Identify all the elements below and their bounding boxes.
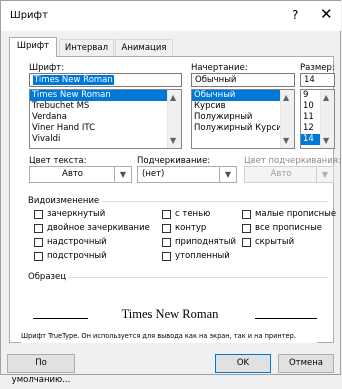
size-list-scrollbar[interactable]: ▲ ▼: [320, 90, 334, 148]
underline-value: (нет): [142, 169, 165, 179]
checkbox-engrave[interactable]: [162, 252, 171, 261]
preview-note: Шрифт TrueType. Он используется для выво…: [21, 332, 296, 340]
checkbox-small-caps[interactable]: [242, 210, 251, 219]
ok-button[interactable]: OK: [215, 354, 271, 373]
checkbox-label: скрытый: [255, 237, 295, 247]
underline-label: Подчеркивание:: [137, 156, 211, 166]
checkbox-superscript[interactable]: [34, 238, 43, 247]
checkbox-all-caps[interactable]: [242, 224, 251, 233]
checkbox-label: надстрочный: [47, 237, 107, 247]
chevron-down-icon: ▼: [316, 167, 333, 182]
font-input[interactable]: Times New Roman: [29, 73, 182, 87]
list-item[interactable]: Полужирный: [192, 112, 294, 123]
list-item[interactable]: Verdana: [30, 112, 181, 123]
style-label: Начертание:: [191, 63, 248, 73]
tab-spacing-label: Интервал: [64, 43, 109, 53]
text-color-label: Цвет текста:: [29, 156, 87, 166]
style-list-scrollbar[interactable]: ▲ ▼: [280, 90, 294, 148]
cancel-button[interactable]: Отмена: [278, 354, 334, 373]
checkbox-double-strikethrough[interactable]: [34, 224, 43, 233]
list-item[interactable]: Times New Roman: [30, 90, 181, 101]
scroll-down-icon[interactable]: ▼: [323, 136, 329, 145]
checkbox-label: контур: [175, 223, 207, 233]
list-item[interactable]: Vivaldi: [30, 134, 181, 145]
ok-button-label: OK: [236, 358, 250, 368]
effects-title: Видоизменение: [28, 196, 103, 206]
text-color-value: Авто: [62, 169, 83, 179]
preview-divider: [28, 277, 328, 278]
tab-font[interactable]: Шрифт: [9, 37, 57, 57]
checkbox-strikethrough[interactable]: [34, 210, 43, 219]
scroll-up-icon[interactable]: ▲: [323, 93, 329, 102]
preview-baseline-right: [255, 318, 317, 319]
checkbox-label: зачеркнутый: [47, 209, 106, 219]
font-list-scrollbar[interactable]: ▲ ▼: [167, 90, 181, 148]
window-title: Шрифт: [10, 10, 48, 21]
size-input[interactable]: 14: [300, 73, 335, 87]
checkbox-label: приподнятый: [175, 237, 236, 247]
underline-select[interactable]: (нет) ▼: [137, 166, 237, 183]
size-list[interactable]: 9 10 11 12 14 ▲ ▼: [300, 89, 335, 149]
checkbox-shadow[interactable]: [162, 210, 171, 219]
underline-color-value: Авто: [270, 169, 292, 179]
list-item[interactable]: Viner Hand ITC: [30, 123, 181, 134]
chevron-down-icon: ▼: [114, 167, 131, 182]
preview-title: Образец: [28, 272, 70, 282]
list-item[interactable]: Полужирный Курсив: [192, 123, 294, 134]
checkbox-label: все прописные: [255, 223, 323, 233]
font-label: Шрифт:: [29, 63, 65, 73]
checkbox-label: малые прописные: [255, 209, 337, 219]
help-icon[interactable]: ?: [292, 8, 298, 22]
font-list[interactable]: Times New Roman Trebuchet MS Verdana Vin…: [29, 89, 182, 149]
style-input[interactable]: Обычный: [191, 73, 295, 87]
checkbox-outline[interactable]: [162, 224, 171, 233]
text-color-select[interactable]: Авто ▼: [29, 166, 132, 183]
default-button-label: По умолчанию...: [11, 358, 71, 385]
tab-font-label: Шрифт: [16, 41, 50, 51]
font-dialog: Шрифт ? ✕ Шрифт Интервал Анимация Шрифт:…: [0, 0, 341, 385]
preview-text: Times New Roman: [121, 307, 219, 321]
close-icon[interactable]: ✕: [320, 5, 333, 23]
checkbox-label: двойное зачеркивание: [47, 223, 150, 233]
default-button[interactable]: По умолчанию...: [7, 354, 75, 385]
list-item[interactable]: Trebuchet MS: [30, 101, 181, 112]
scroll-down-icon[interactable]: ▼: [283, 136, 289, 145]
preview-baseline-left: [33, 318, 88, 319]
checkbox-subscript[interactable]: [34, 252, 43, 261]
list-item[interactable]: Курсив: [192, 101, 294, 112]
style-list[interactable]: Обычный Курсив Полужирный Полужирный Кур…: [191, 89, 295, 149]
checkbox-label: утопленный: [175, 251, 230, 261]
tab-animation-label: Анимация: [121, 43, 167, 53]
scroll-down-icon[interactable]: ▼: [170, 136, 176, 145]
underline-color-label: Цвет подчеркивания:: [244, 156, 341, 166]
checkbox-emboss[interactable]: [162, 238, 171, 247]
cancel-button-label: Отмена: [288, 358, 324, 368]
scroll-up-icon[interactable]: ▲: [283, 93, 289, 102]
chevron-down-icon: ▼: [219, 167, 236, 182]
checkbox-hidden[interactable]: [242, 238, 251, 247]
size-input-value: 14: [304, 75, 315, 85]
tab-spacing[interactable]: Интервал: [59, 39, 114, 56]
style-input-value: Обычный: [195, 75, 237, 85]
checkbox-label: подстрочный: [47, 251, 107, 261]
font-input-value: Times New Roman: [33, 75, 114, 85]
scroll-up-icon[interactable]: ▲: [170, 93, 176, 102]
underline-color-select[interactable]: Авто ▼: [244, 166, 334, 183]
title-bar: [1, 1, 341, 31]
list-item[interactable]: Обычный: [192, 90, 294, 101]
size-label: Размер:: [300, 63, 335, 73]
tab-animation[interactable]: Анимация: [115, 39, 173, 56]
checkbox-label: с тенью: [175, 209, 211, 219]
